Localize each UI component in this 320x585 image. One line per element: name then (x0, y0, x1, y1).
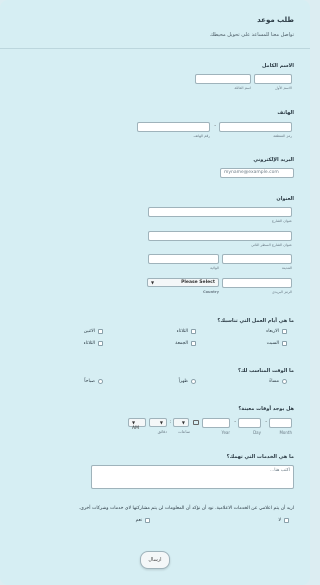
phone-number-sublabel: رقم الهاتف (193, 134, 210, 138)
day-option-label: الثلاثاء (83, 341, 95, 346)
ampm-select-value: AM (132, 426, 139, 431)
street-line1-sublabel: عنوان الشارع (271, 219, 292, 223)
state-input[interactable] (148, 254, 219, 264)
checkbox[interactable] (145, 518, 150, 523)
year-input[interactable] (202, 418, 230, 428)
address-label: العنوان (276, 196, 294, 202)
form-title: طلب موعد (257, 16, 294, 24)
country-sublabel: Country (202, 290, 219, 294)
checkbox[interactable] (282, 341, 287, 346)
hour-select[interactable]: ▼ (173, 418, 189, 427)
city-input[interactable] (222, 254, 292, 264)
radio[interactable] (282, 379, 287, 384)
month-sublabel: Month (279, 430, 292, 435)
day-option[interactable]: الاثنين (84, 329, 103, 334)
day-option-label: الاربعاء (266, 329, 279, 334)
consent-option-label: لا (278, 518, 281, 523)
appointment-form-card: طلب موعد تواصل معنا للمساعد على تحويل مح… (0, 0, 310, 585)
time-option[interactable]: صباحاً (84, 379, 103, 384)
email-input[interactable]: myname@example.com (220, 168, 294, 178)
consent-option-label: نعم (135, 518, 142, 523)
day-option[interactable]: الثلاثاء (84, 341, 103, 346)
hour-sublabel: ساعات (178, 429, 190, 434)
day-option[interactable]: السبت (267, 341, 287, 346)
chevron-down-icon: ▼ (132, 420, 136, 425)
day-option[interactable]: الثلاثاء (177, 329, 196, 334)
time-colon: : (169, 419, 171, 425)
street-line1-input[interactable] (148, 207, 292, 217)
day-sublabel: Day (253, 430, 261, 435)
minute-select[interactable]: ▼ (149, 418, 167, 427)
last-name-sublabel: اسم العائلة (234, 86, 251, 90)
consent-label: اريد أن يتم اعلامي عن الخدمات الاعلامية.… (78, 506, 294, 511)
consent-option[interactable]: نعم (136, 518, 150, 523)
country-select-value: Please Select (181, 280, 215, 285)
day-option-label: الثلاثاء (176, 329, 188, 334)
calendar-icon[interactable] (193, 420, 199, 425)
days-label: ما هي أيام العمل التي تناسبك؟ (217, 318, 294, 324)
services-textarea[interactable]: اكتب هنا... (91, 465, 294, 489)
zip-sublabel: الرمز البريدي (272, 290, 292, 294)
checkbox[interactable] (98, 329, 103, 334)
datetime-label: هل يوجد أوقات معينة؟ (238, 406, 294, 412)
checkbox[interactable] (98, 341, 103, 346)
services-label: ما هي الخدمات التي تهمك؟ (226, 454, 294, 460)
day-option-label: الاثنين (83, 329, 95, 334)
day-option[interactable]: الجمعة (175, 341, 196, 346)
time-option[interactable]: ظهراً (179, 379, 196, 384)
first-name-input[interactable] (254, 74, 292, 84)
chevron-down-icon: ▼ (159, 420, 163, 425)
form-subtitle: تواصل معنا للمساعد على تحويل محيطك (209, 32, 294, 38)
area-code-sublabel: رمز المنطقة (273, 134, 292, 138)
zip-input[interactable] (222, 278, 292, 288)
time-label: ما الوقت المناسب لك؟ (238, 368, 294, 374)
form-header: طلب موعد تواصل معنا للمساعد على تحويل مح… (0, 0, 310, 49)
checkbox[interactable] (284, 518, 289, 523)
last-name-input[interactable] (195, 74, 251, 84)
radio[interactable] (98, 379, 103, 384)
area-code-input[interactable] (219, 122, 292, 132)
first-name-sublabel: الاسم الأول (275, 86, 292, 90)
radio[interactable] (191, 379, 196, 384)
minute-sublabel: دقائق (157, 429, 167, 434)
date-dash: - (234, 419, 236, 425)
phone-dash: - (214, 123, 216, 129)
submit-button[interactable]: ارسال (140, 551, 170, 569)
day-option-label: الجمعة (175, 341, 188, 346)
checkbox[interactable] (191, 329, 196, 334)
date-dash: - (265, 419, 267, 425)
phone-label: الهاتف (277, 110, 294, 116)
ampm-select[interactable]: ▼ AM (128, 418, 146, 431)
city-sublabel: المدينة (281, 266, 292, 270)
phone-number-input[interactable] (137, 122, 210, 132)
chevron-down-icon: ▼ (151, 280, 155, 285)
checkbox[interactable] (282, 329, 287, 334)
day-input[interactable] (238, 418, 261, 428)
day-option-label: السبت (266, 341, 279, 346)
time-option-label: ظهراً (178, 379, 188, 384)
name-label: الاسم الكامل (262, 63, 294, 69)
checkbox[interactable] (191, 341, 196, 346)
country-select[interactable]: ▼ Please Select (147, 278, 219, 287)
street-line2-input[interactable] (148, 231, 292, 241)
time-option-label: مساءً (269, 379, 279, 384)
time-option[interactable]: مساءً (269, 379, 287, 384)
year-sublabel: Year (221, 430, 230, 435)
consent-option[interactable]: لا (278, 518, 289, 523)
month-input[interactable] (269, 418, 292, 428)
chevron-down-icon: ▼ (181, 420, 185, 425)
street-line2-sublabel: عنوان الشارع السطر الثاني (251, 243, 292, 247)
time-option-label: صباحاً (84, 379, 95, 384)
day-option[interactable]: الاربعاء (266, 329, 287, 334)
state-sublabel: الولاية (210, 266, 219, 270)
email-label: البريد الإلكتروني (253, 157, 294, 163)
